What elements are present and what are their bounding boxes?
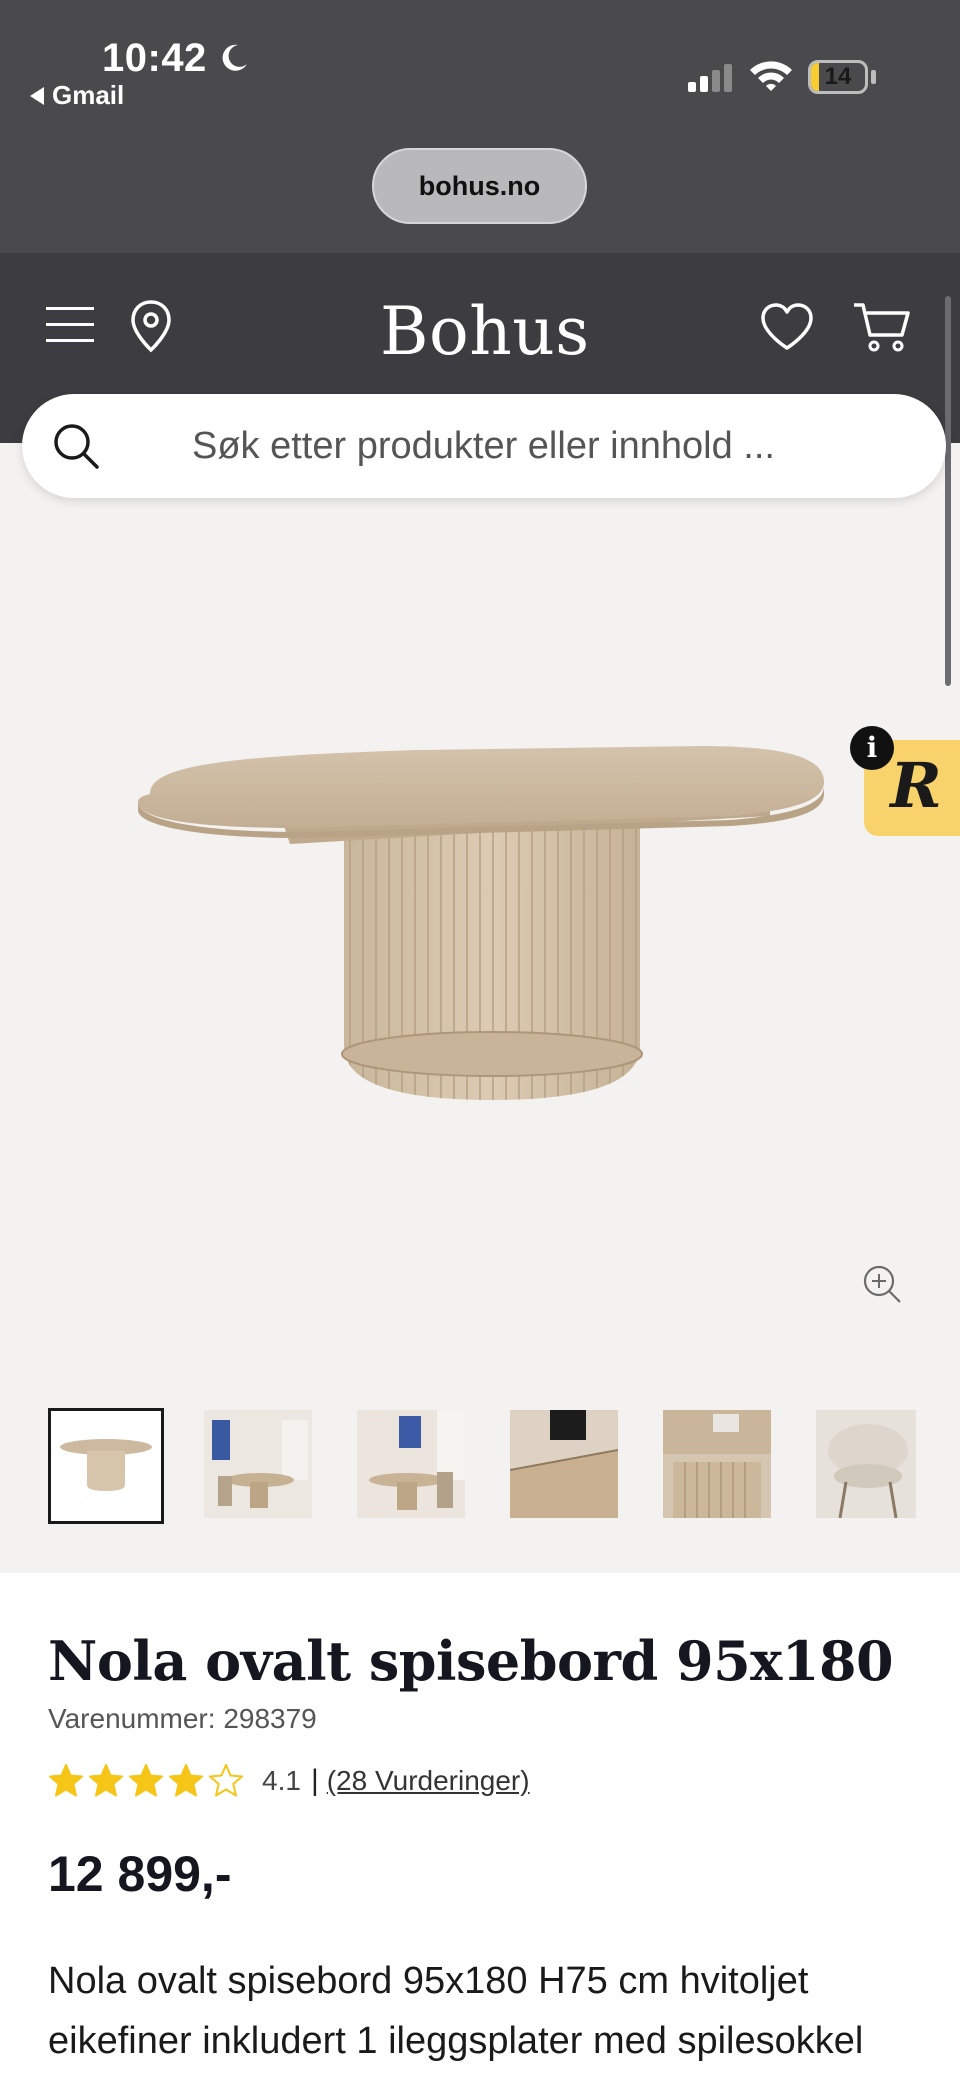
info-icon[interactable]: i	[850, 726, 894, 770]
product-image[interactable]	[0, 498, 960, 1398]
address-bar-url: bohus.no	[418, 170, 541, 201]
product-title: Nola ovalt spisebord 95x180	[48, 1629, 894, 1693]
rating-separator: |	[310, 1764, 319, 1797]
rating-stars	[48, 1763, 244, 1799]
product-info: Nola ovalt spisebord 95x180 Varenummer: …	[0, 1573, 960, 2087]
site-logo[interactable]: Bohus	[380, 293, 589, 370]
star-empty-icon	[209, 1764, 243, 1797]
cart-icon[interactable]	[852, 301, 910, 353]
clock: 10:42	[102, 36, 207, 80]
room-thumbnail	[357, 1410, 465, 1518]
star-filled-icon	[169, 1764, 203, 1797]
product-price: 12 899,-	[48, 1846, 232, 1902]
search-icon[interactable]	[52, 422, 100, 470]
table-image	[138, 746, 824, 1100]
heart-icon[interactable]	[760, 303, 814, 351]
product-description: Nola ovalt spisebord 95x180 H75 cm hvito…	[48, 1960, 864, 2062]
cellular-signal-icon	[688, 64, 732, 92]
battery-percent: 14	[824, 63, 852, 90]
star-filled-icon	[89, 1764, 123, 1797]
thumbnail-6[interactable]	[816, 1410, 916, 1518]
thumbnail-strip	[0, 1408, 960, 1528]
detail-thumbnail	[510, 1410, 618, 1518]
zoom-in-icon[interactable]	[862, 1264, 902, 1304]
back-to-app-button[interactable]: Gmail	[30, 80, 124, 111]
thumbnail-3[interactable]	[357, 1410, 465, 1518]
battery-icon: 14	[808, 60, 868, 94]
thumbnail-5[interactable]	[663, 1410, 771, 1518]
chair-thumbnail	[816, 1410, 916, 1518]
room-thumbnail	[204, 1410, 312, 1518]
wifi-icon	[750, 61, 792, 91]
battery-cap	[871, 70, 876, 84]
menu-icon[interactable]	[46, 305, 94, 345]
product-rating: 4.1 | (28 Vurderinger)	[48, 1763, 530, 1799]
thumbnail-4[interactable]	[510, 1410, 618, 1518]
status-bar: 10:42 Gmail 14 bohus.no	[0, 0, 960, 253]
table-thumbnail	[60, 1439, 152, 1491]
thumbnail-2[interactable]	[204, 1410, 312, 1518]
star-filled-icon	[49, 1764, 83, 1797]
moon-icon	[222, 44, 247, 71]
detail-thumbnail	[663, 1410, 771, 1518]
rating-value: 4.1	[262, 1765, 301, 1796]
reviews-link[interactable]: (28 Vurderinger)	[327, 1765, 530, 1797]
search-bar[interactable]	[22, 394, 946, 498]
address-bar[interactable]: bohus.no	[372, 148, 587, 224]
location-pin-icon[interactable]	[130, 299, 172, 353]
back-app-label: Gmail	[52, 80, 125, 110]
star-filled-icon	[129, 1764, 163, 1797]
product-sku: Varenummer: 298379	[48, 1703, 317, 1734]
thumbnail-1[interactable]	[48, 1408, 164, 1524]
search-input[interactable]	[192, 418, 892, 474]
back-arrow-icon	[30, 86, 44, 105]
